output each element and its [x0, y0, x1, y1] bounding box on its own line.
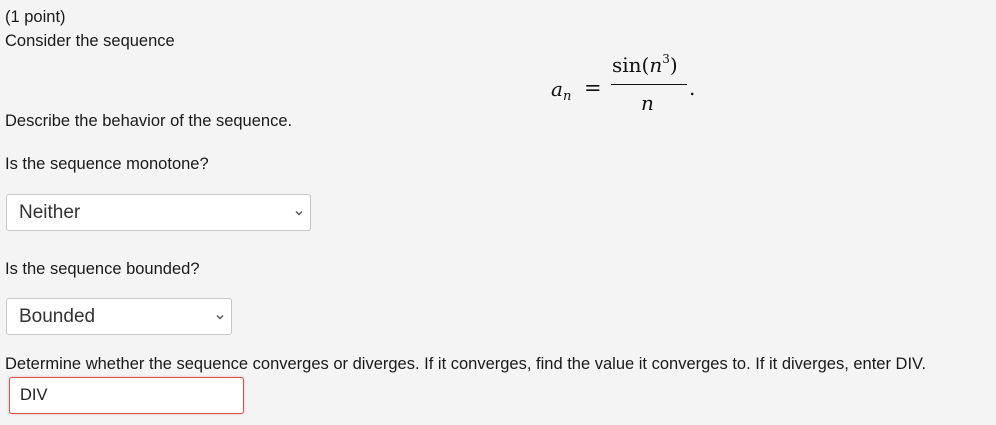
monotone-selected-value: Neither [19, 201, 81, 223]
bounded-select[interactable]: Bounded [6, 298, 232, 335]
intro-text: Consider the sequence [5, 32, 175, 50]
bounded-selected-value: Bounded [19, 305, 96, 327]
points-label: (1 point) [5, 8, 66, 26]
converge-question: Determine whether the sequence converges… [5, 355, 927, 373]
formula-denominator: n [641, 91, 654, 115]
formula-period: . [689, 76, 696, 100]
monotone-question: Is the sequence monotone? [5, 155, 209, 173]
chevron-down-icon [295, 210, 303, 215]
monotone-select[interactable]: Neither [6, 194, 311, 231]
chevron-down-icon [216, 314, 224, 319]
formula-equals: = [584, 76, 602, 100]
bounded-question: Is the sequence bounded? [5, 260, 200, 278]
fraction-bar [611, 84, 687, 85]
describe-text: Describe the behavior of the sequence. [5, 112, 293, 130]
formula-lhs: an [551, 77, 572, 104]
formula-numerator: sin(n3) [612, 52, 678, 77]
converge-answer-input[interactable]: DIV [9, 377, 244, 414]
